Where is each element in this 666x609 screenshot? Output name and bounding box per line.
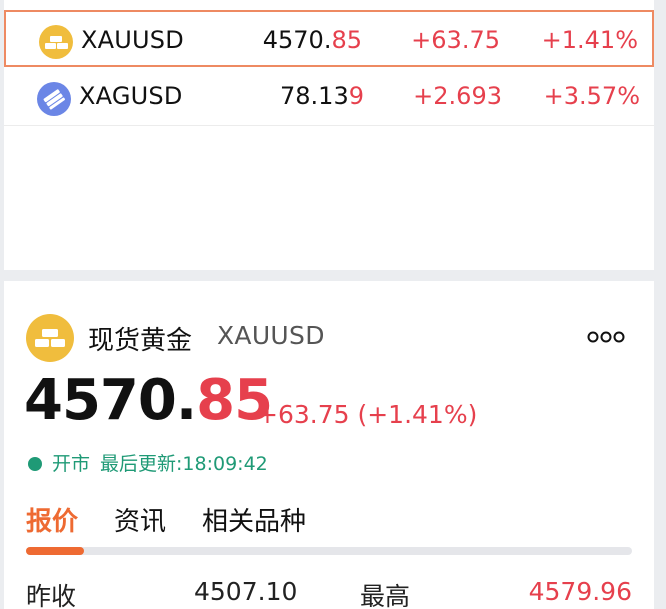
tab-indicator <box>26 547 84 555</box>
more-dots-icon[interactable] <box>586 329 626 343</box>
updated-time: 18:09:42 <box>182 453 268 475</box>
tab-indicator-track <box>26 547 632 555</box>
high-value: 4579.96 <box>528 577 632 606</box>
watchlist-panel: XAUUSD 4570.85 +63.75 +1.41% XAGUSD 78.1… <box>4 0 654 270</box>
current-price-main: 4570. <box>24 368 197 433</box>
price-main: 4570. <box>262 26 332 54</box>
tab-related[interactable]: 相关品种 <box>202 501 306 538</box>
change-value: +2.693 <box>413 82 502 110</box>
watchlist-row-xagusd[interactable]: XAGUSD 78.139 +2.693 +3.57% <box>4 68 654 126</box>
watchlist-row-xauusd[interactable]: XAUUSD 4570.85 +63.75 +1.41% <box>4 10 654 67</box>
symbol-label: XAGUSD <box>79 82 183 110</box>
tab-quote[interactable]: 报价 <box>26 501 78 538</box>
app-root: XAUUSD 4570.85 +63.75 +1.41% XAGUSD 78.1… <box>0 0 666 609</box>
price-value: 78.139 <box>280 82 364 110</box>
status-label: 开市 <box>52 453 91 475</box>
tab-news[interactable]: 资讯 <box>114 501 166 538</box>
updated-label: 最后更新: <box>100 453 183 475</box>
price-main: 78.13 <box>280 82 349 110</box>
price-tail: 85 <box>331 26 362 54</box>
change-percent: +1.41% <box>541 26 638 54</box>
quote-row: 昨收 4507.10 最高 4579.96 <box>4 577 654 609</box>
prev-close-value: 4507.10 <box>194 577 298 606</box>
market-status: 开市 最后更新:18:09:42 <box>28 449 268 476</box>
gold-bars-icon <box>26 314 74 362</box>
status-dot-icon <box>28 457 42 471</box>
symbol-label: XAUUSD <box>81 26 184 54</box>
high-label: 最高 <box>360 582 411 609</box>
gold-bars-icon <box>39 25 73 59</box>
change-percent: +3.57% <box>543 82 640 110</box>
prev-close-label: 昨收 <box>26 582 77 609</box>
current-price: 4570.85 <box>24 373 273 429</box>
instrument-name: 现货黄金 <box>88 326 193 356</box>
price-tail: 9 <box>348 82 364 110</box>
instrument-detail-panel: 现货黄金 XAUUSD 4570.85 +63.75 (+1.41%) 开市 最后… <box>4 281 654 609</box>
price-change: +63.75 (+1.41%) <box>257 400 478 429</box>
price-value: 4570.85 <box>263 26 362 54</box>
silver-bars-icon <box>37 82 71 116</box>
instrument-symbol: XAUUSD <box>217 321 325 350</box>
change-value: +63.75 <box>411 26 500 54</box>
